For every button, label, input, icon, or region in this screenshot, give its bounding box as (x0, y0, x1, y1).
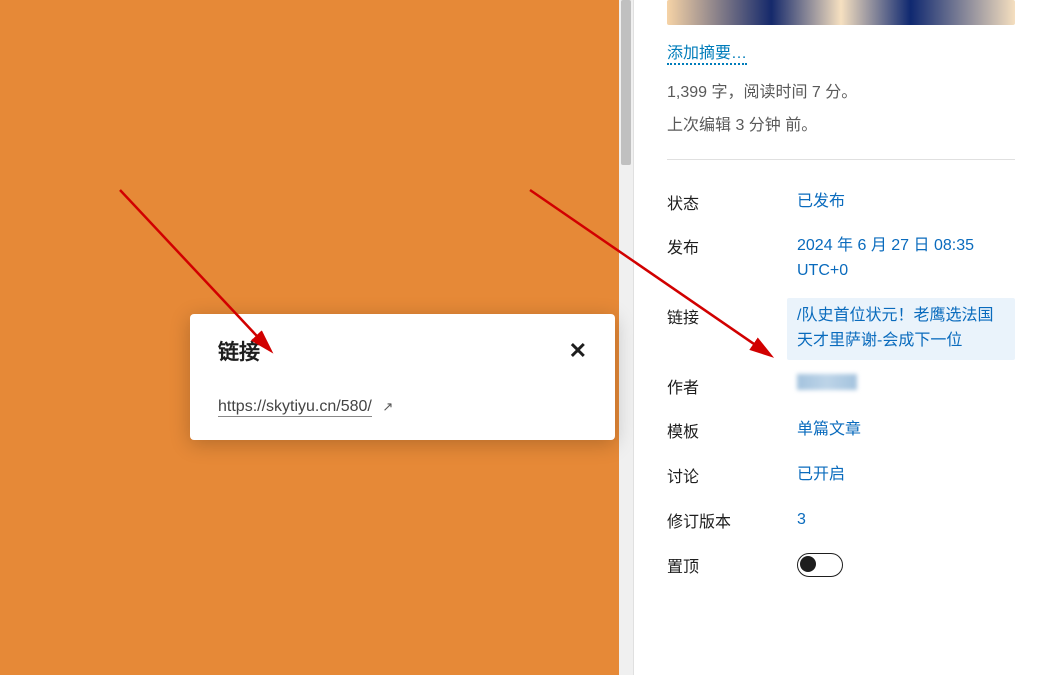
toggle-knob (800, 556, 816, 572)
discussion-label: 讨论 (667, 463, 797, 487)
sticky-toggle[interactable] (797, 553, 843, 577)
link-row[interactable]: 链接 /队史首位状元！老鹰选法国天才里萨谢-会成下一位 (667, 294, 1015, 364)
post-settings-sidebar: 添加摘要… 1,399 字，阅读时间 7 分。 上次编辑 3 分钟 前。 状态 … (633, 0, 1048, 675)
author-value (797, 374, 1015, 399)
scrollbar-track[interactable] (619, 0, 633, 675)
word-count-text: 1,399 字，阅读时间 7 分。 (667, 81, 1015, 106)
revisions-value: 3 (797, 508, 1015, 533)
link-url[interactable]: https://skytiyu.cn/580/ (218, 398, 372, 417)
scrollbar-thumb[interactable] (621, 0, 631, 165)
sticky-label: 置顶 (667, 553, 797, 577)
close-icon[interactable]: ✕ (569, 340, 587, 362)
status-value: 已发布 (797, 190, 1015, 215)
author-blurred (797, 374, 857, 390)
external-link-icon[interactable]: ↗ (382, 399, 393, 415)
link-value: /队史首位状元！老鹰选法国天才里萨谢-会成下一位 (787, 298, 1015, 360)
revisions-row[interactable]: 修订版本 3 (667, 498, 1015, 543)
add-summary-link[interactable]: 添加摘要… (667, 45, 747, 65)
author-label: 作者 (667, 374, 797, 398)
last-edited-text: 上次编辑 3 分钟 前。 (667, 114, 1015, 139)
sticky-row: 置顶 (667, 543, 1015, 587)
template-label: 模板 (667, 418, 797, 442)
link-label: 链接 (667, 304, 797, 328)
author-row[interactable]: 作者 (667, 364, 1015, 409)
template-row[interactable]: 模板 单篇文章 (667, 408, 1015, 453)
featured-image-thumbnail[interactable] (667, 0, 1015, 25)
template-value: 单篇文章 (797, 418, 1015, 443)
publish-row[interactable]: 发布 2024 年 6 月 27 日 08:35 UTC+0 (667, 224, 1015, 294)
publish-label: 发布 (667, 234, 797, 258)
status-row[interactable]: 状态 已发布 (667, 180, 1015, 225)
link-popover-title: 链接 (218, 336, 260, 366)
divider (667, 159, 1015, 160)
status-label: 状态 (667, 190, 797, 214)
revisions-label: 修订版本 (667, 508, 797, 532)
discussion-value: 已开启 (797, 463, 1015, 488)
publish-value: 2024 年 6 月 27 日 08:35 UTC+0 (797, 234, 1015, 284)
discussion-row[interactable]: 讨论 已开启 (667, 453, 1015, 498)
link-popover: 链接 ✕ https://skytiyu.cn/580/ ↗ (190, 314, 615, 440)
